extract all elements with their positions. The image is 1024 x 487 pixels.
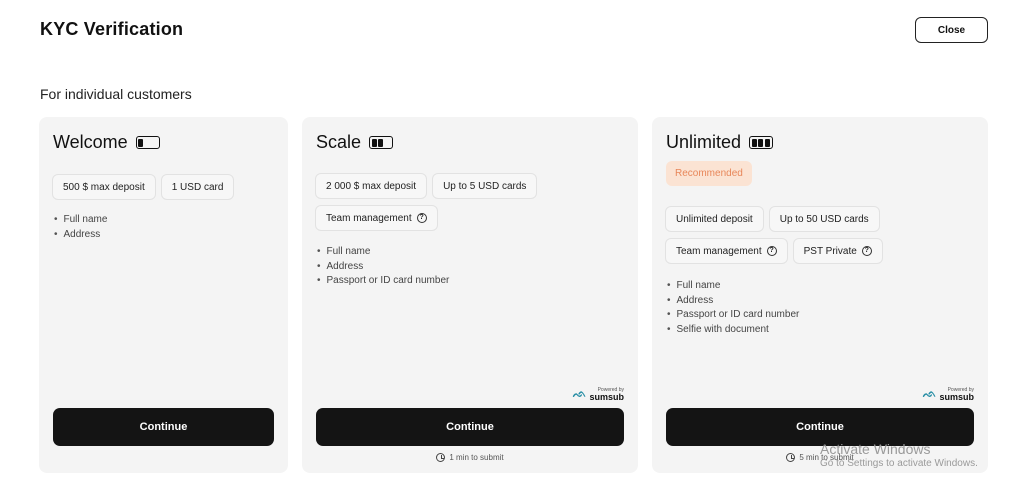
limit-pills: 500 $ max deposit 1 USD card xyxy=(52,174,235,200)
requirements-list: Full name Address xyxy=(54,213,108,243)
help-icon[interactable]: ? xyxy=(416,213,427,223)
battery-1-bar-icon xyxy=(135,136,160,149)
time-note-text: 1 min to submit xyxy=(449,453,504,462)
limit-pill: 2 000 $ max deposit xyxy=(315,173,428,199)
card-header: Unlimited xyxy=(666,132,774,153)
limit-pill: 500 $ max deposit xyxy=(52,174,156,200)
requirement-item: Full name xyxy=(667,279,799,294)
watermark-line-1: Activate Windows xyxy=(820,441,931,457)
card-header: Scale xyxy=(316,132,394,153)
watermark-line-2: Go to Settings to activate Windows. xyxy=(820,458,978,469)
requirement-item: Passport or ID card number xyxy=(317,274,450,289)
requirement-item: Address xyxy=(54,228,107,243)
requirement-item: Selfie with document xyxy=(667,323,799,338)
battery-3-bar-icon xyxy=(749,136,774,149)
feature-pills: Team management ? xyxy=(315,205,438,231)
limit-pill: 1 USD card xyxy=(160,174,235,200)
time-note: 1 min to submit xyxy=(302,453,638,462)
requirements-list: Full name Address Passport or ID card nu… xyxy=(667,279,800,338)
limit-pill: Up to 50 USD cards xyxy=(768,206,880,232)
limit-pills: Unlimited deposit Up to 50 USD cards xyxy=(665,206,880,232)
card-title: Unlimited xyxy=(666,132,742,152)
card-title: Welcome xyxy=(53,132,128,152)
clock-icon xyxy=(786,453,796,462)
limit-pills: 2 000 $ max deposit Up to 5 USD cards xyxy=(315,173,538,199)
sumsub-logo: ᨒ Powered by sumsub xyxy=(573,387,624,402)
section-title: For individual customers xyxy=(40,86,192,102)
plan-card-welcome: Welcome 500 $ max deposit 1 USD card Ful… xyxy=(39,117,288,473)
clock-icon xyxy=(436,453,446,462)
battery-2-bar-icon xyxy=(369,136,394,149)
requirement-item: Full name xyxy=(54,213,108,228)
feature-pill-team-management[interactable]: Team management ? xyxy=(665,238,788,264)
sumsub-mark-icon: ᨒ xyxy=(922,388,937,400)
feature-label: PST Private xyxy=(803,245,857,257)
close-button[interactable]: Close xyxy=(915,17,988,43)
page-title: KYC Verification xyxy=(40,19,184,39)
feature-pills: Team management ? PST Private ? xyxy=(665,238,883,264)
limit-pill: Up to 5 USD cards xyxy=(432,173,538,199)
sumsub-logo: ᨒ Powered by sumsub xyxy=(923,387,974,402)
limit-pill: Unlimited deposit xyxy=(665,206,764,232)
requirements-list: Full name Address Passport or ID card nu… xyxy=(317,245,450,289)
recommended-badge: Recommended xyxy=(666,161,752,186)
plan-card-scale: Scale 2 000 $ max deposit Up to 5 USD ca… xyxy=(302,117,638,473)
continue-button-welcome[interactable]: Continue xyxy=(53,408,274,446)
feature-pill-team-management[interactable]: Team management ? xyxy=(315,205,438,231)
provider-name: sumsub xyxy=(589,392,624,402)
feature-label: Team management xyxy=(326,212,412,224)
requirement-item: Address xyxy=(317,260,449,275)
sumsub-mark-icon: ᨒ xyxy=(572,388,587,400)
continue-button-scale[interactable]: Continue xyxy=(316,408,624,446)
requirement-item: Address xyxy=(667,294,799,309)
help-icon[interactable]: ? xyxy=(766,246,777,256)
help-icon[interactable]: ? xyxy=(861,246,872,256)
provider-name: sumsub xyxy=(939,392,974,402)
requirement-item: Passport or ID card number xyxy=(667,308,800,323)
feature-pill-pst-private[interactable]: PST Private ? xyxy=(792,238,883,264)
plan-card-unlimited: Unlimited Recommended Unlimited deposit … xyxy=(652,117,988,473)
feature-label: Team management xyxy=(676,245,762,257)
card-header: Welcome xyxy=(53,132,160,153)
card-title: Scale xyxy=(316,132,362,152)
requirement-item: Full name xyxy=(317,245,449,260)
windows-activation-watermark: Activate Windows Go to Settings to activ… xyxy=(820,441,978,469)
